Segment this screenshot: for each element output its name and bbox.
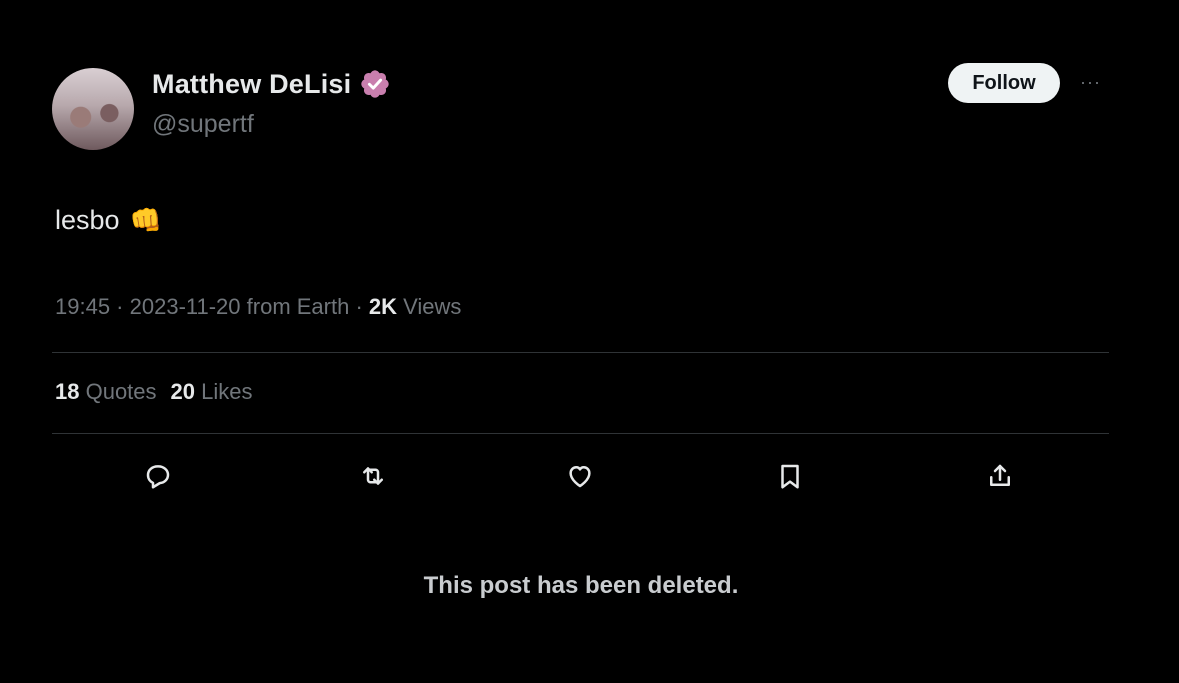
- post-metadata: 19:45 · 2023-11-20 from Earth · 2K Views: [55, 294, 461, 320]
- post-text-container: lesbo 👊: [55, 205, 162, 236]
- post-text: lesbo: [55, 205, 120, 235]
- post-time[interactable]: 19:45: [55, 294, 110, 319]
- share-icon: [990, 464, 1010, 486]
- repost-icon: [363, 467, 383, 485]
- likes-count: 20: [170, 379, 196, 404]
- author-display-name[interactable]: Matthew DeLisi: [152, 69, 351, 100]
- share-button[interactable]: [982, 458, 1018, 494]
- author-name-row: Matthew DeLisi: [152, 68, 391, 100]
- reply-button[interactable]: [140, 458, 176, 494]
- follow-button[interactable]: Follow: [948, 63, 1060, 103]
- meta-separator: ·: [349, 294, 369, 319]
- post-date[interactable]: 2023-11-20: [130, 294, 241, 319]
- likes-label: Likes: [195, 379, 253, 404]
- meta-separator: ·: [110, 294, 130, 319]
- post-source: from Earth: [240, 294, 350, 319]
- fist-emoji: 👊: [129, 205, 162, 235]
- repost-button[interactable]: [355, 458, 391, 494]
- divider: [52, 352, 1109, 353]
- reply-icon: [146, 465, 170, 489]
- views-label: Views: [397, 294, 462, 319]
- bookmark-button[interactable]: [772, 458, 808, 494]
- verified-badge-icon: [361, 70, 389, 98]
- quotes-link[interactable]: 18 Quotes: [55, 379, 157, 404]
- more-options-icon[interactable]: ···: [1080, 72, 1101, 93]
- heart-icon: [569, 466, 591, 488]
- quotes-label: Quotes: [79, 379, 157, 404]
- views-count: 2K: [368, 294, 398, 319]
- author-handle[interactable]: @supertf: [152, 110, 254, 139]
- bookmark-icon: [781, 464, 799, 489]
- avatar[interactable]: [52, 68, 134, 150]
- deleted-notice: This post has been deleted.: [423, 572, 739, 599]
- divider: [52, 433, 1109, 434]
- like-button[interactable]: [562, 458, 598, 494]
- post-stats: 18 Quotes 20 Likes: [55, 379, 253, 405]
- quotes-count: 18: [55, 379, 80, 404]
- likes-link[interactable]: 20 Likes: [171, 379, 253, 404]
